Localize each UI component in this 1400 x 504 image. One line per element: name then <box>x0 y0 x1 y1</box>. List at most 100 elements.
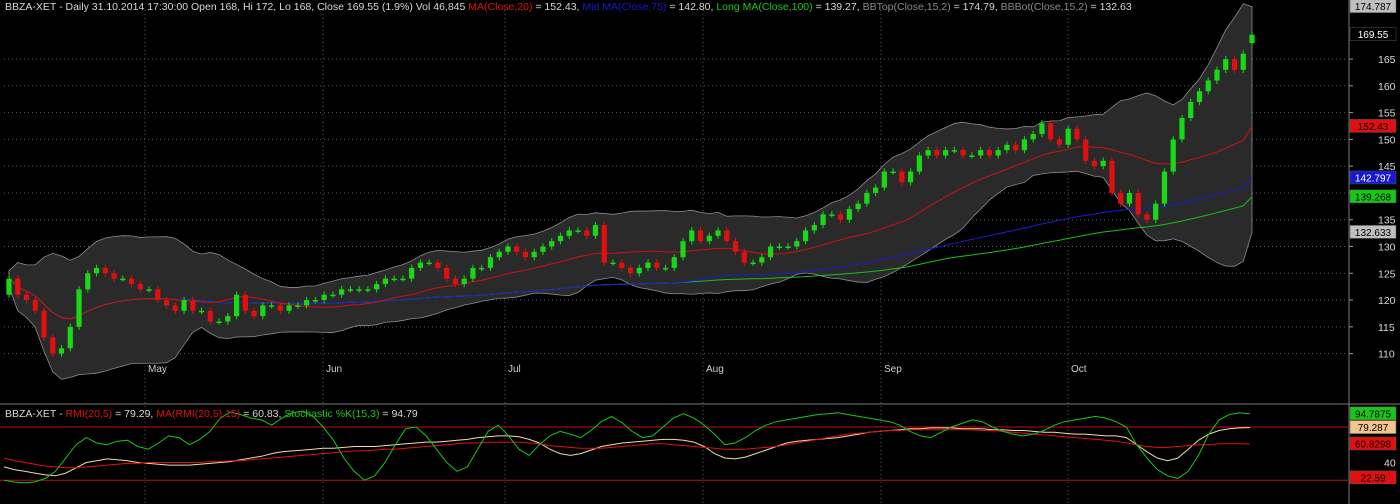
candle-body <box>426 262 432 265</box>
candle-body <box>85 273 91 290</box>
month-label: Jun <box>326 364 342 375</box>
candle-body <box>715 230 721 236</box>
bbtop-label: BBTop(Close,15,2) <box>862 1 951 13</box>
candle-body <box>312 300 318 302</box>
candle-body <box>1231 59 1238 70</box>
candle-body <box>1144 214 1150 220</box>
indicator-tick-label: 40 <box>1384 457 1396 469</box>
candle-body <box>1196 91 1203 102</box>
candle-body <box>1004 144 1010 151</box>
symbol-label: BBZA-XET <box>5 1 57 13</box>
candle-body <box>207 310 213 322</box>
candle-body <box>584 230 590 236</box>
price-tag-label: 132.633 <box>1355 228 1392 239</box>
price-tick-label: 110 <box>1378 349 1395 361</box>
candle-body <box>1030 134 1036 140</box>
candle-body <box>741 251 747 263</box>
price-tag-label: 142.797 <box>1355 173 1392 184</box>
candle-body <box>1240 53 1246 70</box>
candle-body <box>1065 128 1071 145</box>
candle-body <box>339 289 345 295</box>
candle-body <box>978 150 984 156</box>
candle-body <box>855 203 861 210</box>
candle-body <box>908 171 914 183</box>
stochastic-value: = 94.79 <box>379 408 418 420</box>
candle-body <box>58 348 65 354</box>
candle-body <box>522 251 529 258</box>
candle-body <box>794 241 800 247</box>
candle-body <box>1021 139 1028 151</box>
candle-body <box>444 267 450 279</box>
rmi-value: = 79.29, <box>112 408 157 420</box>
candle-body <box>1188 101 1194 118</box>
bbbot-value: = 132.63 <box>1087 1 1132 13</box>
candle-body <box>269 305 275 307</box>
candle-body <box>181 300 187 311</box>
candle-body <box>1170 139 1176 172</box>
price-tag-label: 139.268 <box>1355 192 1392 203</box>
candle-body <box>654 262 660 268</box>
candle-body <box>619 262 625 268</box>
candle-body <box>172 305 178 311</box>
candle-body <box>304 300 310 306</box>
candle-body <box>487 257 494 268</box>
candle-body <box>260 305 266 317</box>
candle-body <box>706 235 712 242</box>
candle-body <box>925 150 931 156</box>
candle-body <box>295 305 301 307</box>
candle-body <box>102 267 108 274</box>
candle-body <box>1126 192 1133 204</box>
candle-body <box>1013 144 1019 151</box>
candle-body <box>899 171 905 183</box>
candle-body <box>1135 192 1141 215</box>
candle-body <box>128 278 135 284</box>
candle-body <box>549 241 555 247</box>
candle-body <box>689 230 695 242</box>
candle-body <box>951 150 957 152</box>
candle-body <box>286 305 292 311</box>
candle-body <box>321 294 327 301</box>
indicator-tag-label: 94.7875 <box>1355 409 1392 420</box>
indicator-separator: - <box>56 408 66 420</box>
candle-body <box>120 278 126 281</box>
candle-body <box>111 273 117 279</box>
rmi-line <box>3 427 1251 477</box>
candle-body <box>155 289 161 301</box>
candle-body <box>697 230 704 242</box>
price-tick-label: 150 <box>1378 134 1396 146</box>
candle-body <box>233 294 240 317</box>
candle-body <box>400 278 406 281</box>
candle-body <box>365 289 371 291</box>
candle-body <box>890 171 896 174</box>
candle-body <box>601 225 607 263</box>
candle-body <box>225 316 231 322</box>
candle-body <box>251 310 257 317</box>
candle-body <box>330 294 336 297</box>
month-label: Sep <box>884 364 902 375</box>
candle-body <box>724 230 730 242</box>
candle-body <box>1118 192 1124 204</box>
candle-body <box>540 246 546 252</box>
candle-body <box>163 300 170 306</box>
price-tick-label: 160 <box>1378 81 1396 93</box>
candle-body <box>216 321 222 323</box>
candle-body <box>41 310 47 338</box>
candle-body <box>811 225 817 231</box>
candle-body <box>934 150 940 156</box>
candle-body <box>6 278 12 295</box>
candle-body <box>505 246 511 252</box>
candle-body <box>759 257 765 263</box>
candle-body <box>627 267 634 274</box>
candle-body <box>802 230 809 242</box>
candle-body <box>417 262 424 268</box>
candle-body <box>829 214 835 216</box>
bollinger-band <box>8 3 1253 380</box>
candle-body <box>32 300 38 311</box>
candle-body <box>15 278 21 295</box>
month-label: Jul <box>508 364 521 375</box>
candle-body <box>943 150 949 156</box>
ma20-value: = 152.43, <box>532 1 583 13</box>
candle-body <box>409 267 415 279</box>
candle-body <box>1100 160 1106 167</box>
candle-body <box>776 246 782 248</box>
